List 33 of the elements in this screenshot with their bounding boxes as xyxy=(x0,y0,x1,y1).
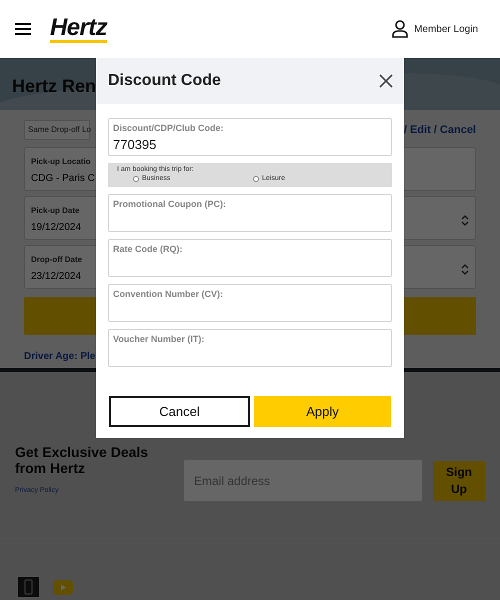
page-title: Hertz Ren xyxy=(12,75,96,98)
field-label: Pick-up Date xyxy=(31,205,80,217)
text-field[interactable]: Promotional Coupon (PC): xyxy=(108,194,392,232)
apply-button[interactable]: Apply xyxy=(254,396,391,427)
newsletter-heading: Get Exclusive Deals from Hertz xyxy=(15,444,150,476)
menu-icon[interactable] xyxy=(15,23,31,35)
edit-cancel-link[interactable]: / Edit / Cancel xyxy=(404,122,476,138)
drop-off-select[interactable]: Same Drop-off Lo xyxy=(24,120,90,140)
text-field[interactable]: Convention Number (CV): xyxy=(108,284,392,322)
field-value: CDG - Paris C xyxy=(31,172,95,186)
close-icon[interactable] xyxy=(379,74,393,88)
field-label: Drop-off Date xyxy=(31,254,82,266)
cancel-button[interactable]: Cancel xyxy=(109,396,250,427)
dialog-title: Discount Code xyxy=(108,71,221,91)
chevron-up-down-icon xyxy=(461,214,469,226)
field-value: 770395 xyxy=(113,136,158,154)
driver-age-text: Driver Age: Ple xyxy=(24,350,96,364)
member-login-link[interactable]: Member Login xyxy=(414,22,478,36)
chevron-up-down-icon xyxy=(461,264,469,274)
field-label: Pick-up Locatio xyxy=(31,156,91,168)
user-icon[interactable] xyxy=(392,20,408,38)
field-label: Convention Number (CV): xyxy=(113,288,224,300)
field-value: 23/12/2024 xyxy=(31,270,82,284)
text-field[interactable]: Rate Code (RQ): xyxy=(108,239,392,277)
sign-up-button[interactable]: Sign Up xyxy=(433,461,485,501)
logo[interactable]: Hertz xyxy=(50,15,108,43)
field-value: 19/12/2024 xyxy=(31,221,82,235)
field-label: Rate Code (RQ): xyxy=(113,243,184,255)
text-field[interactable]: Voucher Number (IT): xyxy=(108,329,392,367)
field-label: Promotional Coupon (PC): xyxy=(113,198,227,210)
field-label: Discount/CDP/Club Code: xyxy=(113,122,224,134)
field-label: Voucher Number (IT): xyxy=(113,333,206,345)
text-field[interactable]: Discount/CDP/Club Code: 770395 xyxy=(108,118,392,156)
